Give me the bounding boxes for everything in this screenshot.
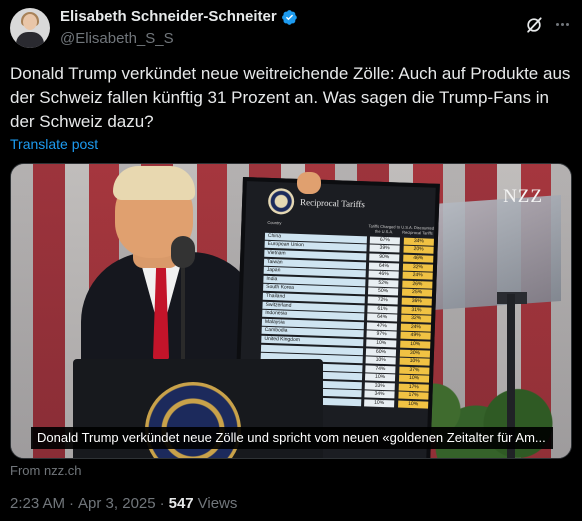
author-handle[interactable]: @Elisabeth_S_S <box>60 29 298 49</box>
video-caption: Donald Trump verkündet neue Zölle und sp… <box>31 427 553 449</box>
board-charged: 60% <box>365 347 397 356</box>
board-charged: 74% <box>365 365 396 374</box>
board-charged: 34% <box>364 390 395 399</box>
board-col-reciprocal: U.S.A. Discounted Reciprocal Tariffs <box>401 224 435 236</box>
board-charged: 10% <box>365 356 396 365</box>
board-charged: 10% <box>364 373 396 382</box>
board-charged: 67% <box>369 236 400 245</box>
board-charged: 64% <box>367 313 398 322</box>
board-charged: 10% <box>364 399 395 408</box>
board-reciprocal: 25% <box>401 288 433 298</box>
board-reciprocal: 36% <box>401 297 432 306</box>
presidential-seal-icon <box>267 187 295 215</box>
tweet-header: Elisabeth Schneider-Schneiter @Elisabeth… <box>10 6 572 50</box>
grok-icon[interactable] <box>524 15 544 35</box>
board-charged: 97% <box>366 330 397 339</box>
meta-separator: · <box>69 495 75 512</box>
board-reciprocal: 10% <box>398 374 430 383</box>
meta-separator-2: · <box>159 495 165 512</box>
board-charged: 64% <box>368 262 400 271</box>
board-reciprocal: 31% <box>401 306 432 315</box>
speaker-hand <box>297 172 321 194</box>
avatar[interactable] <box>10 8 50 48</box>
board-reciprocal: 46% <box>403 254 434 263</box>
board-reciprocal: 32% <box>401 314 432 323</box>
board-reciprocal: 32% <box>402 263 434 272</box>
board-reciprocal: 24% <box>400 323 431 332</box>
more-icon[interactable] <box>552 14 572 34</box>
tweet-time[interactable]: 2:23 AM <box>10 494 65 514</box>
author-info: Elisabeth Schneider-Schneiter @Elisabeth… <box>60 7 298 49</box>
board-reciprocal: 10% <box>399 357 430 366</box>
verified-badge-icon[interactable] <box>281 9 298 26</box>
tweet-date[interactable]: Apr 3, 2025 <box>78 494 156 514</box>
board-reciprocal: 37% <box>399 366 430 375</box>
author-display-name[interactable]: Elisabeth Schneider-Schneiter <box>60 7 277 27</box>
board-reciprocal: 10% <box>398 400 429 409</box>
board-reciprocal: 20% <box>403 246 434 255</box>
board-charged: 61% <box>367 304 398 314</box>
board-reciprocal: 17% <box>398 392 429 401</box>
source-link[interactable]: From nzz.ch <box>10 463 82 479</box>
board-charged: 90% <box>369 253 400 262</box>
board-charged: 50% <box>367 287 399 296</box>
views-count: 547 <box>168 495 194 512</box>
video-media[interactable]: Reciprocal Tariffs Country Tariffs Charg… <box>10 163 572 459</box>
board-reciprocal: 34% <box>403 237 434 246</box>
board-charged: 72% <box>367 296 398 305</box>
board-reciprocal: 24% <box>402 271 433 280</box>
board-charged: 39% <box>369 244 400 253</box>
board-col-charged: Tariffs Charged to the U.S.A. <box>368 223 401 235</box>
translate-link[interactable]: Translate post <box>10 135 98 153</box>
board-reciprocal: 26% <box>402 280 433 289</box>
tweet-meta: 2:23 AM · Apr 3, 2025 · 547 Views <box>10 494 237 514</box>
board-reciprocal: 49% <box>400 331 431 340</box>
teleprompter <box>419 195 561 311</box>
board-charged: 10% <box>366 339 397 348</box>
nzz-watermark: NZZ <box>503 186 543 207</box>
board-reciprocal: 30% <box>399 349 431 358</box>
board-charged: 47% <box>366 322 397 331</box>
board-charged: 46% <box>368 270 399 279</box>
board-reciprocal: 17% <box>398 383 429 392</box>
board-title: Reciprocal Tariffs <box>299 197 366 210</box>
author-name-row[interactable]: Elisabeth Schneider-Schneiter <box>60 7 298 27</box>
board-charged: 33% <box>364 382 395 391</box>
board-charged: 52% <box>368 279 399 288</box>
views-label: Views <box>197 495 238 512</box>
board-reciprocal: 10% <box>400 340 431 349</box>
microphone <box>171 236 195 268</box>
tweet-text: Donald Trump verkündet neue weitreichend… <box>10 64 571 131</box>
